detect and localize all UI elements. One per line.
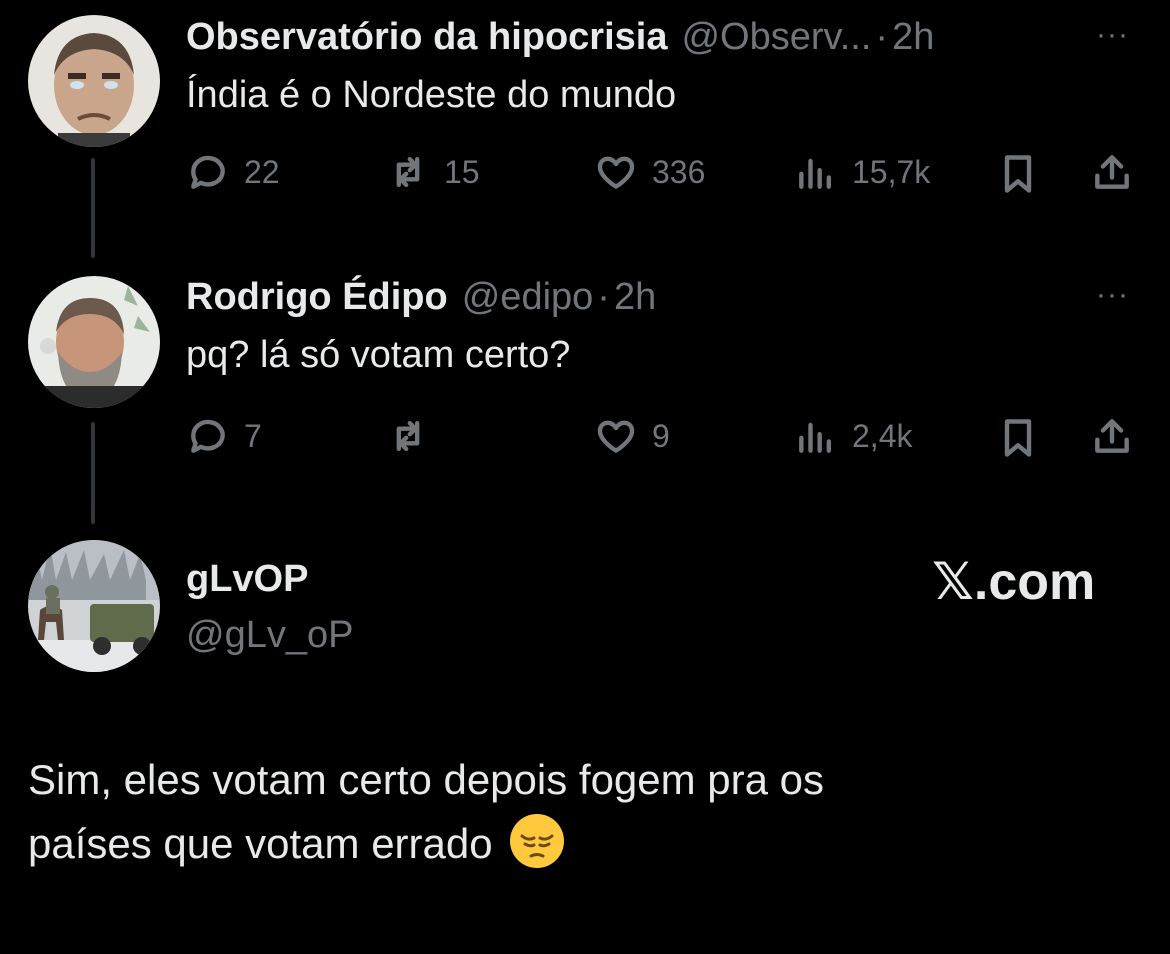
- x-brand-logo: 𝕏.com: [932, 553, 1096, 611]
- author-name[interactable]: gLvOP: [186, 558, 308, 601]
- bookmark-button[interactable]: [996, 416, 1040, 460]
- bookmark-button[interactable]: [996, 152, 1040, 196]
- tweet-1-header: Observatório da hipocrisia @Observ... · …: [186, 16, 934, 59]
- separator-dot: ·: [597, 276, 610, 318]
- avatar-glvop[interactable]: [28, 540, 160, 672]
- author-name[interactable]: Observatório da hipocrisia: [186, 16, 667, 59]
- thread-line: [91, 422, 95, 524]
- retweet-button[interactable]: [386, 414, 444, 458]
- views-count: 2,4k: [852, 417, 913, 454]
- views-button[interactable]: 15,7k: [794, 150, 930, 194]
- share-button[interactable]: [1090, 150, 1134, 194]
- retweet-count: 15: [444, 153, 480, 190]
- thread-line: [91, 158, 95, 258]
- more-options-icon[interactable]: ···: [1096, 18, 1129, 52]
- heart-icon: [597, 420, 635, 453]
- share-icon: [1095, 155, 1129, 189]
- timestamp[interactable]: 2h: [892, 16, 934, 59]
- reply-text: Sim, eles votam certo depois fogem pra o…: [28, 748, 1128, 876]
- reply-button[interactable]: 22: [186, 150, 280, 194]
- bookmark-icon: [1004, 419, 1032, 457]
- like-count: 336: [652, 153, 706, 190]
- avatar-observatorio[interactable]: [28, 15, 160, 147]
- reply-text-line-1: Sim, eles votam certo depois fogem pra o…: [28, 756, 825, 803]
- timestamp[interactable]: 2h: [614, 276, 656, 319]
- views-count: 15,7k: [852, 153, 931, 190]
- reply-count: 7: [244, 417, 262, 454]
- tweet-text: pq? lá só votam certo?: [186, 334, 571, 376]
- retweet-button[interactable]: 15: [386, 150, 480, 194]
- avatar-rodrigo[interactable]: [28, 276, 160, 408]
- like-button[interactable]: 336: [594, 150, 705, 194]
- retweet-icon: [396, 420, 420, 452]
- pensive-face-emoji-icon: [510, 814, 565, 868]
- more-options-icon[interactable]: ···: [1096, 278, 1129, 312]
- reply-icon: [191, 419, 225, 453]
- views-icon: [799, 158, 832, 189]
- reply-text-line-2: países que votam errado: [28, 812, 1128, 876]
- reply-count: 22: [244, 153, 280, 190]
- retweet-icon: [396, 156, 420, 188]
- author-handle[interactable]: @gLv_oP: [186, 614, 353, 657]
- reply-icon: [191, 155, 225, 189]
- bookmark-icon: [1004, 155, 1032, 193]
- tweet-2-header: Rodrigo Édipo @edipo · 2h: [186, 276, 656, 319]
- like-count: 9: [652, 417, 670, 454]
- separator-dot: ·: [875, 16, 889, 58]
- author-handle[interactable]: @Observ...: [681, 16, 871, 59]
- like-button[interactable]: 9: [594, 414, 670, 458]
- heart-icon: [597, 156, 635, 189]
- share-icon: [1095, 419, 1129, 453]
- reply-button[interactable]: 7: [186, 414, 262, 458]
- views-icon: [799, 422, 832, 453]
- share-button[interactable]: [1090, 414, 1134, 458]
- tweet-text: Índia é o Nordeste do mundo: [186, 74, 677, 116]
- author-handle[interactable]: @edipo: [462, 276, 594, 319]
- author-name[interactable]: Rodrigo Édipo: [186, 276, 448, 319]
- views-button[interactable]: 2,4k: [794, 414, 912, 458]
